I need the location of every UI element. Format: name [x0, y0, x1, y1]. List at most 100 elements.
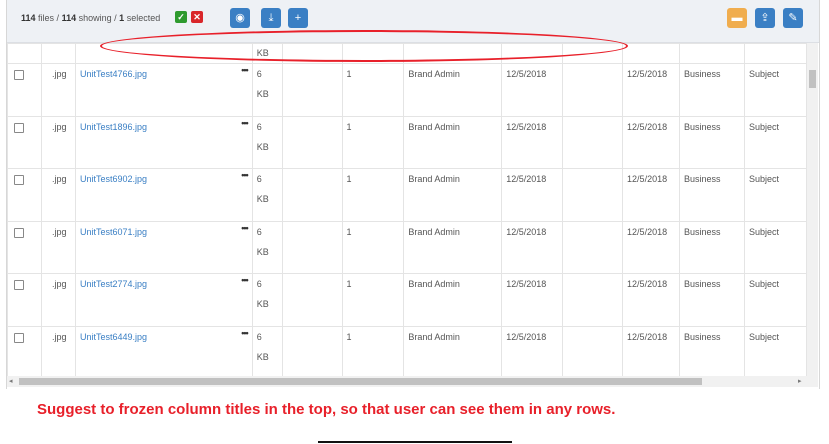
annotation-note: Suggest to frozen column titles in the t… — [37, 401, 616, 418]
folder-button[interactable]: ▬ — [727, 8, 747, 28]
eye-icon: ◉ — [235, 12, 245, 24]
download-icon: ⤓ — [268, 12, 274, 24]
modified-date: 12/5/2018 — [627, 226, 668, 237]
version-number: 1 — [346, 121, 352, 132]
row-checkbox[interactable] — [14, 122, 24, 133]
share-button[interactable]: ⇪ — [755, 8, 775, 28]
pencil-icon: ✎ — [788, 12, 798, 24]
folder-icon: ▬ — [731, 12, 743, 24]
modified-date: 12/5/2018 — [627, 331, 668, 342]
modified-date: 12/5/2018 — [627, 174, 668, 184]
created-date: 12/5/2018 — [506, 279, 547, 289]
file-name-link[interactable]: UnitTest6449.jpg — [80, 332, 147, 342]
vertical-scrollbar[interactable] — [807, 43, 818, 376]
vertical-scroll-thumb[interactable] — [809, 70, 816, 88]
table-row[interactable]: .jpg ••• UnitTest4766.jpg 6 KB 1 Brand Admin 12… — [7, 63, 807, 117]
table-row[interactable]: .jpg ••• UnitTest6902.jpg 6 KB 1 Brand Admin 12… — [7, 168, 807, 222]
horizontal-scrollbar[interactable]: ◂ ▸ — [7, 376, 818, 387]
file-size: 6 — [256, 69, 262, 79]
row-checkbox[interactable] — [14, 175, 24, 185]
owner-name: Brand Admin — [408, 121, 460, 132]
selected-count: 1 — [119, 13, 125, 23]
version-number: 1 — [346, 174, 352, 184]
file-size: 6 — [256, 226, 262, 237]
more-options-icon[interactable]: ••• — [241, 117, 249, 129]
category-value: Business — [684, 226, 721, 237]
horizontal-scroll-thumb[interactable] — [19, 378, 702, 385]
selected-label: selected — [126, 13, 161, 23]
edit-button[interactable]: ✎ — [783, 8, 803, 28]
file-extension: .jpg — [51, 331, 67, 342]
user-upload-icon: ⇪ — [760, 12, 770, 24]
file-size-unit: KB — [256, 246, 269, 257]
file-name-link[interactable]: UnitTest1896.jpg — [80, 122, 147, 132]
owner-name: Brand Admin — [408, 226, 460, 237]
file-size: 6 — [256, 174, 262, 184]
table-row[interactable]: .jpg ••• UnitTest6071.jpg 6 KB 1 Brand Admin 12… — [7, 220, 807, 274]
subject-value: Subject — [748, 174, 779, 184]
files-label: files / — [38, 13, 60, 23]
more-options-icon[interactable]: ••• — [241, 222, 249, 234]
file-size-unit: KB — [256, 141, 269, 152]
file-size: 6 — [256, 279, 262, 289]
file-table: KB .jpg ••• UnitTest4766.jpg 6 KB 1 Brand Admi… — [7, 43, 807, 376]
table-row[interactable]: .jpg ••• UnitTest2774.jpg 6 KB 1 Brand Admin 12… — [7, 273, 807, 327]
file-grid: KB .jpg ••• UnitTest4766.jpg 6 KB 1 Brand Admi… — [7, 43, 807, 376]
file-name-link[interactable]: UnitTest4766.jpg — [80, 69, 147, 79]
file-name-link[interactable]: UnitTest6902.jpg — [80, 174, 147, 184]
subject-value: Subject — [748, 279, 779, 289]
file-size-unit: KB — [256, 194, 269, 204]
more-options-icon[interactable]: ••• — [241, 327, 249, 339]
category-value: Business — [684, 69, 721, 79]
plus-icon: + — [294, 12, 302, 24]
table-row[interactable]: .jpg ••• UnitTest1896.jpg 6 KB 1 Brand Admin 12… — [7, 115, 807, 169]
download-button[interactable]: ⤓ — [261, 8, 281, 28]
showing-count: 114 — [61, 13, 77, 23]
file-size: 6 — [256, 331, 262, 342]
file-extension: .jpg — [51, 69, 67, 79]
selection-summary: 114 files / 114 showing / 1 selected — [21, 13, 160, 23]
annotation-underline — [318, 441, 512, 443]
modified-date: 12/5/2018 — [627, 279, 668, 289]
row-checkbox[interactable] — [14, 227, 24, 238]
created-date: 12/5/2018 — [506, 121, 547, 132]
file-size-unit: KB — [256, 351, 269, 362]
select-all-check-icon[interactable]: ✓ — [175, 11, 187, 23]
version-number: 1 — [346, 69, 352, 79]
table-row[interactable]: .jpg ••• UnitTest6449.jpg 6 KB 1 Brand Admin 12… — [7, 325, 807, 376]
subject-value: Subject — [748, 331, 779, 342]
version-number: 1 — [346, 226, 352, 237]
modified-date: 12/5/2018 — [627, 69, 668, 79]
clear-selection-x-icon[interactable]: ✕ — [191, 11, 203, 23]
version-number: 1 — [346, 331, 352, 342]
version-number: 1 — [346, 279, 352, 289]
created-date: 12/5/2018 — [506, 69, 547, 79]
scroll-right-arrow-icon[interactable]: ▸ — [798, 377, 802, 385]
owner-name: Brand Admin — [408, 69, 460, 79]
modified-date: 12/5/2018 — [627, 121, 668, 132]
category-value: Business — [684, 174, 721, 184]
scroll-left-arrow-icon[interactable]: ◂ — [9, 377, 13, 385]
add-button[interactable]: + — [288, 8, 308, 28]
row-checkbox[interactable] — [14, 70, 24, 80]
file-size-unit: KB — [256, 299, 269, 309]
file-name-link[interactable]: UnitTest2774.jpg — [80, 279, 147, 289]
files-total: 114 — [21, 13, 36, 23]
more-options-icon[interactable]: ••• — [241, 64, 249, 76]
created-date: 12/5/2018 — [506, 174, 547, 184]
view-button[interactable]: ◉ — [230, 8, 250, 28]
file-extension: .jpg — [51, 121, 67, 132]
owner-name: Brand Admin — [408, 174, 460, 184]
file-extension: .jpg — [51, 174, 67, 184]
annotation-ellipse — [100, 30, 628, 62]
subject-value: Subject — [748, 226, 779, 237]
created-date: 12/5/2018 — [506, 331, 547, 342]
more-options-icon[interactable]: ••• — [241, 274, 249, 286]
file-name-link[interactable]: UnitTest6071.jpg — [80, 227, 147, 237]
row-checkbox[interactable] — [14, 332, 24, 343]
file-extension: .jpg — [51, 226, 67, 237]
more-options-icon[interactable]: ••• — [241, 169, 249, 181]
owner-name: Brand Admin — [408, 331, 460, 342]
row-checkbox[interactable] — [14, 280, 24, 290]
file-extension: .jpg — [51, 279, 67, 289]
